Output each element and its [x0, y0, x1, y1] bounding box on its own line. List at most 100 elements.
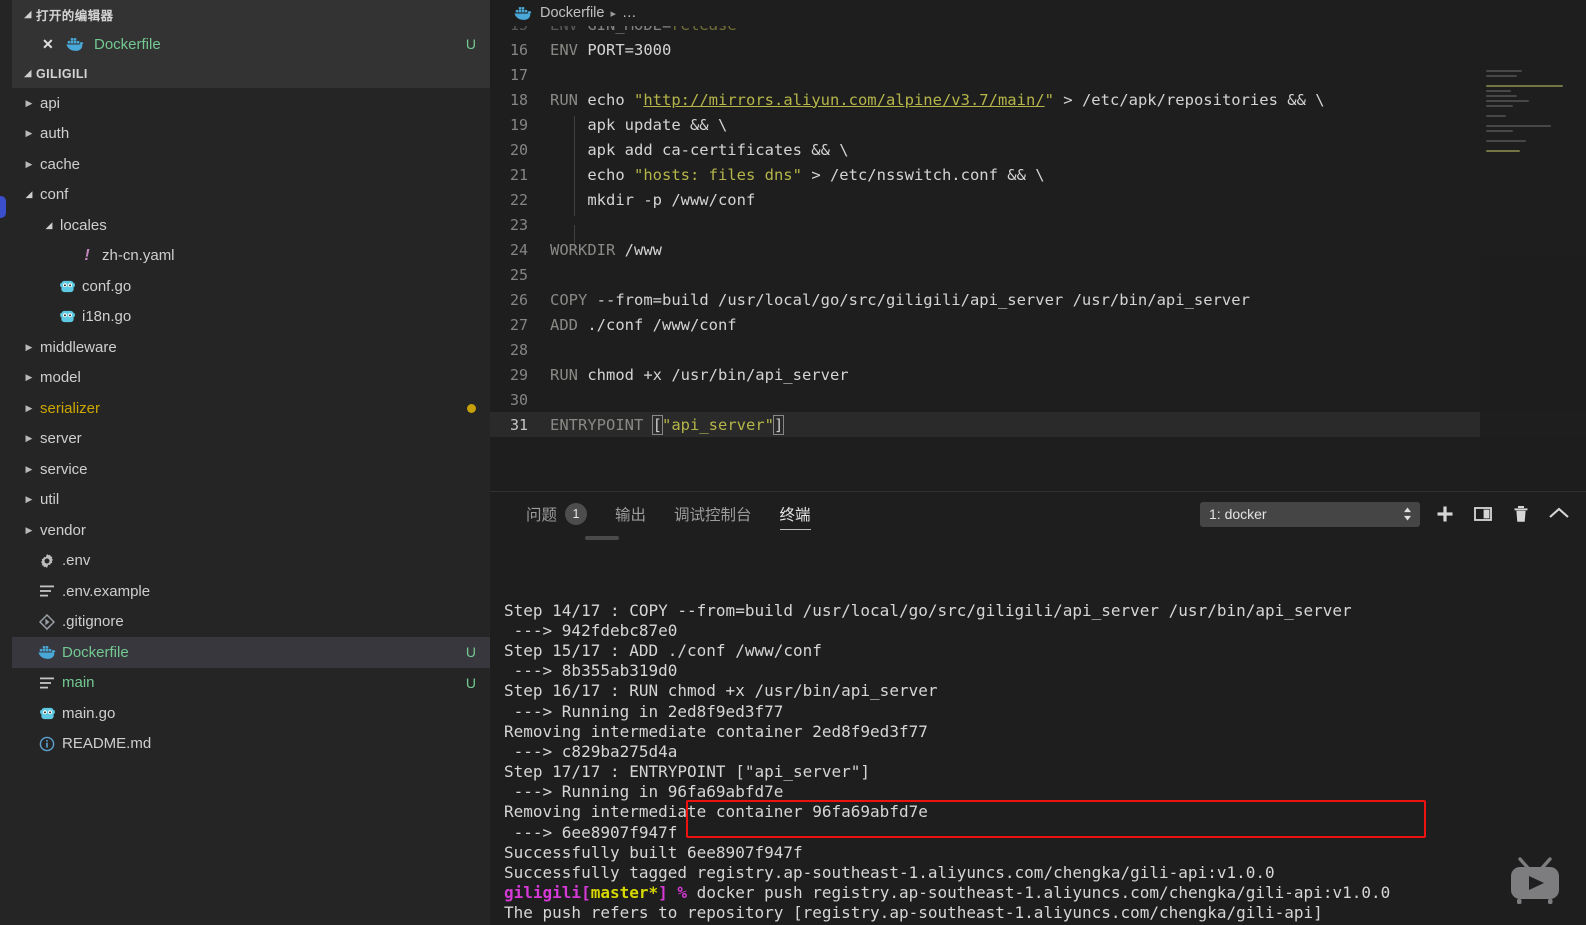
panel-tab-terminal[interactable]: 终端: [766, 492, 825, 536]
docker-icon: [64, 37, 86, 52]
tree-item-cache[interactable]: ▶ cache: [12, 149, 490, 180]
tree-item-vendor[interactable]: ▶ vendor: [12, 515, 490, 546]
tree-item-label: .env: [62, 552, 91, 570]
chevron-up-icon[interactable]: [1546, 501, 1572, 527]
tree-item-locales[interactable]: ◢ locales: [12, 210, 490, 241]
code-line[interactable]: 19 apk update && \: [490, 112, 1586, 141]
terminal-select-value[interactable]: 1: docker: [1200, 501, 1420, 527]
code-line[interactable]: 29 RUN chmod +x /usr/bin/api_server: [490, 362, 1586, 387]
minimap-line: [1486, 139, 1526, 143]
panel-tab-output[interactable]: 输出: [601, 492, 660, 536]
code-line[interactable]: 31 ENTRYPOINT ["api_server"]: [490, 412, 1586, 437]
trash-icon[interactable]: [1508, 501, 1534, 527]
code-line[interactable]: 28: [490, 337, 1586, 362]
tree-item--env[interactable]: · .env: [12, 546, 490, 577]
terminal-line: Successfully tagged registry.ap-southeas…: [504, 863, 1275, 883]
code-token: echo: [550, 165, 634, 184]
chevron-right-icon[interactable]: ▶: [22, 342, 36, 353]
chevron-right-icon[interactable]: ▶: [22, 494, 36, 505]
code-line[interactable]: 26 COPY --from=build /usr/local/go/src/gi…: [490, 287, 1586, 312]
plus-icon[interactable]: [1432, 501, 1458, 527]
tree-item-service[interactable]: ▶ service: [12, 454, 490, 485]
code-token: http://mirrors.aliyun.com/alpine/v3.7/ma…: [643, 90, 1045, 109]
tree-item-conf-go[interactable]: · conf.go: [12, 271, 490, 302]
tree-item-label: api: [40, 94, 61, 112]
line-number: 31: [509, 415, 528, 434]
vscode-window: ◢ 打开的编辑器 ✕ Dockerfile U ◢ GILIGILI ▶ api…: [0, 0, 1586, 925]
breadcrumb-tail[interactable]: …: [622, 5, 638, 21]
terminal-line: ---> 8b355ab319d0: [504, 661, 678, 681]
chevron-right-icon[interactable]: ▶: [22, 525, 36, 536]
chevron-right-icon[interactable]: ▶: [22, 98, 36, 109]
chevron-right-icon[interactable]: ▶: [22, 403, 36, 414]
line-number: 23: [509, 215, 528, 234]
tree-item--env-example[interactable]: · .env.example: [12, 576, 490, 607]
tree-item--gitignore[interactable]: · .gitignore: [12, 607, 490, 638]
open-editor-item-dockerfile[interactable]: ✕ Dockerfile U: [12, 29, 490, 59]
terminal-prompt-line[interactable]: giligili[master*] % docker push registry…: [504, 883, 1586, 903]
tree-item-model[interactable]: ▶ model: [12, 363, 490, 394]
close-icon[interactable]: ✕: [42, 36, 64, 53]
chevron-right-icon[interactable]: ▶: [22, 433, 36, 444]
tree-item-label: Dockerfile: [62, 643, 129, 661]
panel-tab-debug-console[interactable]: 调试控制台: [660, 492, 766, 536]
line-number: 27: [509, 315, 528, 334]
terminal-line: Step 16/17 : RUN chmod +x /usr/bin/api_s…: [504, 681, 938, 701]
chevron-down-icon[interactable]: ◢: [22, 189, 36, 200]
chevron-right-icon[interactable]: ▶: [22, 128, 36, 139]
indent-guide: [574, 140, 575, 166]
tree-item-middleware[interactable]: ▶ middleware: [12, 332, 490, 363]
code-editor[interactable]: 15ENV GIN_MODE=release 16 ENV PORT=3000 17 1…: [490, 26, 1586, 491]
tree-item-dockerfile[interactable]: · Dockerfile U: [12, 637, 490, 668]
code-line[interactable]: 16 ENV PORT=3000: [490, 37, 1586, 62]
code-text: ENV PORT=3000: [550, 41, 1586, 59]
code-line[interactable]: 23: [490, 212, 1586, 250]
chevron-right-icon[interactable]: ▶: [22, 159, 36, 170]
code-line[interactable]: 21 echo "hosts: files dns" > /etc/nsswit…: [490, 162, 1586, 191]
chevron-right-icon[interactable]: ▶: [22, 372, 36, 383]
breadcrumb-file[interactable]: Dockerfile: [540, 5, 604, 21]
breadcrumb[interactable]: Dockerfile ▸ …: [490, 0, 1586, 26]
code-token: GIN_MODE=: [587, 26, 671, 34]
code-token: ADD: [550, 315, 588, 334]
tree-item-label: main: [62, 674, 95, 692]
tree-item-label: util: [40, 491, 60, 509]
terminal-scrollbar[interactable]: [585, 536, 619, 540]
code-line[interactable]: 27 ADD ./conf /www/conf: [490, 312, 1586, 337]
code-line[interactable]: 22 mkdir -p /www/conf: [490, 187, 1586, 216]
tree-item-api[interactable]: ▶ api: [12, 88, 490, 119]
panel-tab-problems[interactable]: 问题 1: [512, 492, 601, 536]
minimap[interactable]: [1480, 26, 1586, 491]
open-editor-label: Dockerfile: [94, 35, 161, 53]
code-line[interactable]: 20 apk add ca-certificates && \: [490, 137, 1586, 166]
code-line[interactable]: 15ENV GIN_MODE=release: [490, 26, 1586, 37]
terminal-output[interactable]: Step 14/17 : COPY --from=build /usr/loca…: [490, 536, 1586, 925]
terminal-selector[interactable]: 1: docker: [1200, 501, 1420, 527]
project-header[interactable]: ◢ GILIGILI: [12, 59, 490, 88]
code-line[interactable]: 30: [490, 387, 1586, 412]
tree-item-conf[interactable]: ◢ conf: [12, 180, 490, 211]
panel-toolbar: 问题 1 输出 调试控制台 终端 1: docker: [490, 492, 1586, 536]
line-number: 29: [509, 365, 528, 384]
tree-item-i18n-go[interactable]: · i18n.go: [12, 302, 490, 333]
code-line[interactable]: 25: [490, 262, 1586, 287]
chevron-right-icon[interactable]: ▶: [22, 464, 36, 475]
tree-item-readme-md[interactable]: · README.md: [12, 729, 490, 760]
split-icon[interactable]: [1470, 501, 1496, 527]
code-line[interactable]: 17: [490, 62, 1586, 87]
tree-item-server[interactable]: ▶ server: [12, 424, 490, 455]
tree-item-zh-cn-yaml[interactable]: ·! zh-cn.yaml: [12, 241, 490, 272]
tree-item-util[interactable]: ▶ util: [12, 485, 490, 516]
code-text: apk update && \: [550, 115, 1586, 141]
code-line[interactable]: 24 WORKDIR /www: [490, 237, 1586, 262]
code-token: "hosts: files dns": [634, 165, 802, 184]
code-line[interactable]: 18 RUN echo "http://mirrors.aliyun.com/al…: [490, 87, 1586, 112]
tree-item-main[interactable]: · main U: [12, 668, 490, 699]
terminal-line: Removing intermediate container 2ed8f9ed…: [504, 721, 928, 741]
tree-item-label: serializer: [40, 399, 101, 417]
chevron-down-icon[interactable]: ◢: [42, 220, 56, 231]
tree-item-auth[interactable]: ▶ auth: [12, 119, 490, 150]
tree-item-main-go[interactable]: · main.go: [12, 698, 490, 729]
open-editors-header[interactable]: ◢ 打开的编辑器: [12, 0, 490, 29]
tree-item-serializer[interactable]: ▶ serializer: [12, 393, 490, 424]
